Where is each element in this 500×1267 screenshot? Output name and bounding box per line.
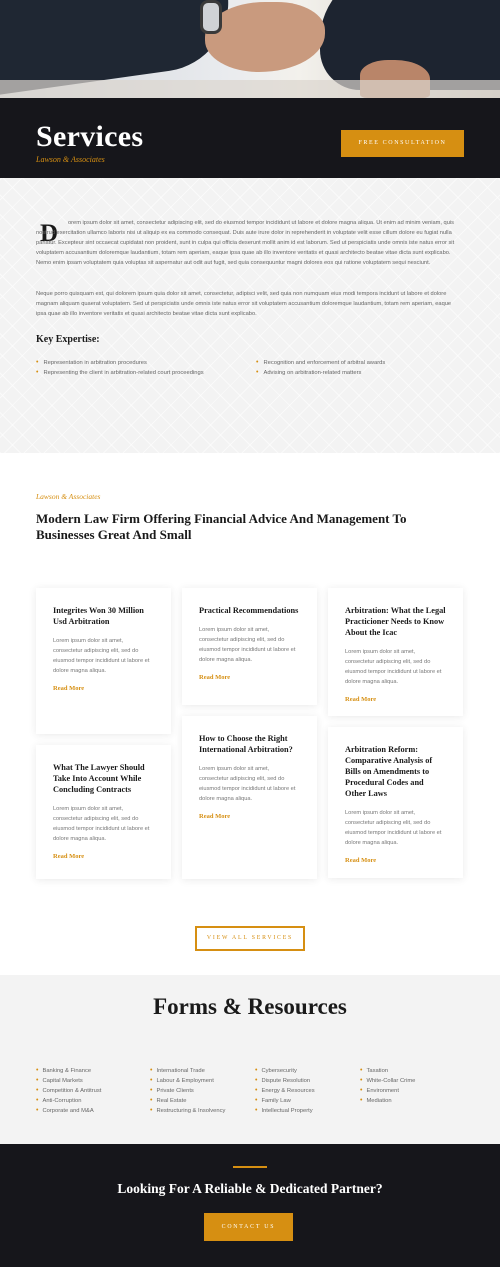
hero-handshake-image (0, 0, 500, 98)
view-all-services-button[interactable]: VIEW ALL SERVICES (195, 926, 305, 951)
resource-link[interactable]: Energy & Resources (255, 1086, 314, 1096)
resource-link[interactable]: International Trade (150, 1066, 225, 1076)
resource-link[interactable]: Competition & Antitrust (36, 1086, 101, 1096)
card-title: Arbitration: What the Legal Practicioner… (345, 606, 446, 637)
resource-link[interactable]: Capital Markets (36, 1076, 101, 1086)
read-more-link[interactable]: Read More (199, 813, 300, 820)
resource-link[interactable]: Private Clients (150, 1086, 225, 1096)
free-consultation-button[interactable]: FREE CONSULTATION (341, 130, 464, 157)
firm-title: Modern Law Firm Offering Financial Advic… (36, 511, 407, 542)
forms-title: Forms & Resources (153, 994, 347, 1019)
card-body: Lorem ipsum dolor sit amet, consectetur … (345, 810, 442, 846)
read-more-link[interactable]: Read More (199, 674, 300, 681)
resource-link[interactable]: Mediation (360, 1096, 415, 1106)
intro-paragraph-2: Neque porro quisquam est, qui dolorem ip… (36, 291, 452, 317)
firm-eyebrow: Lawson & Associates (36, 492, 101, 501)
resource-list-4: Taxation White-Collar Crime Environment … (360, 1066, 415, 1106)
expertise-item: Advising on arbitration-related matters (256, 368, 385, 378)
card-title: What The Lawyer Should Take Into Account… (53, 763, 145, 794)
card-title: Practical Recommendations (199, 606, 299, 615)
resource-list-2: International Trade Labour & Employment … (150, 1066, 225, 1116)
read-more-link[interactable]: Read More (53, 853, 154, 860)
cta-title: Looking For A Reliable & Dedicated Partn… (117, 1181, 383, 1196)
article-card[interactable]: How to Choose the Right International Ar… (182, 716, 317, 879)
expertise-list-right: Recognition and enforcement of arbitral … (256, 358, 385, 378)
intro-paragraph-1: orem ipsum dolor sit amet, consectetur a… (36, 220, 455, 266)
expertise-item: Representing the client in arbitration-r… (36, 368, 203, 378)
card-body: Lorem ipsum dolor sit amet, consectetur … (53, 638, 150, 674)
read-more-link[interactable]: Read More (345, 696, 446, 703)
card-body: Lorem ipsum dolor sit amet, consectetur … (53, 806, 150, 842)
card-title: How to Choose the Right International Ar… (199, 734, 293, 754)
key-expertise-title: Key Expertise: (36, 334, 100, 345)
card-body: Lorem ipsum dolor sit amet, consectetur … (199, 627, 296, 663)
page-title: Services (36, 120, 144, 153)
resource-link[interactable]: Labour & Employment (150, 1076, 225, 1086)
resource-link[interactable]: Anti-Corruption (36, 1096, 101, 1106)
card-body: Lorem ipsum dolor sit amet, consectetur … (345, 649, 442, 685)
expertise-item: Recognition and enforcement of arbitral … (256, 358, 385, 368)
resource-link[interactable]: Family Law (255, 1096, 315, 1106)
article-card[interactable]: Practical Recommendations Lorem ipsum do… (182, 588, 317, 705)
expertise-list-left: Representation in arbitration procedures… (36, 358, 204, 378)
cta-section (0, 1144, 500, 1267)
article-card[interactable]: Arbitration: What the Legal Practicioner… (328, 588, 463, 716)
resource-link[interactable]: Dispute Resolution (255, 1076, 315, 1086)
resource-link[interactable]: Intellectual Property (255, 1106, 315, 1116)
resource-link[interactable]: Taxation (360, 1066, 415, 1076)
expertise-item: Representation in arbitration procedures (36, 358, 204, 368)
resource-link[interactable]: Banking & Finance (36, 1066, 101, 1076)
contact-us-button[interactable]: CONTACT US (204, 1213, 293, 1241)
cta-divider (233, 1166, 267, 1168)
resource-link[interactable]: Corporate and M&A (36, 1106, 101, 1116)
read-more-link[interactable]: Read More (345, 857, 446, 864)
article-card[interactable]: What The Lawyer Should Take Into Account… (36, 745, 171, 879)
resource-list-1: Banking & Finance Capital Markets Compet… (36, 1066, 101, 1116)
page-subtitle: Lawson & Associates (36, 155, 105, 164)
hero-watch (200, 0, 222, 34)
resource-list-3: Cybersecurity Dispute Resolution Energy … (255, 1066, 315, 1116)
article-card[interactable]: Arbitration Reform: Comparative Analysis… (328, 727, 463, 878)
resource-link[interactable]: Restructuring & Insolvency (150, 1106, 225, 1116)
resource-link[interactable]: Cybersecurity (255, 1066, 315, 1076)
card-title: Arbitration Reform: Comparative Analysis… (345, 745, 433, 798)
resource-link[interactable]: White-Collar Crime (360, 1076, 415, 1086)
hero-table (0, 80, 500, 98)
read-more-link[interactable]: Read More (53, 685, 154, 692)
article-card[interactable]: Integrites Won 30 Million Usd Arbitratio… (36, 588, 171, 734)
card-body: Lorem ipsum dolor sit amet, consectetur … (199, 766, 296, 802)
card-title: Integrites Won 30 Million Usd Arbitratio… (53, 606, 144, 626)
resource-link[interactable]: Real Estate (150, 1096, 225, 1106)
hero-handshake (205, 2, 325, 72)
resource-link[interactable]: Environment (360, 1086, 415, 1096)
